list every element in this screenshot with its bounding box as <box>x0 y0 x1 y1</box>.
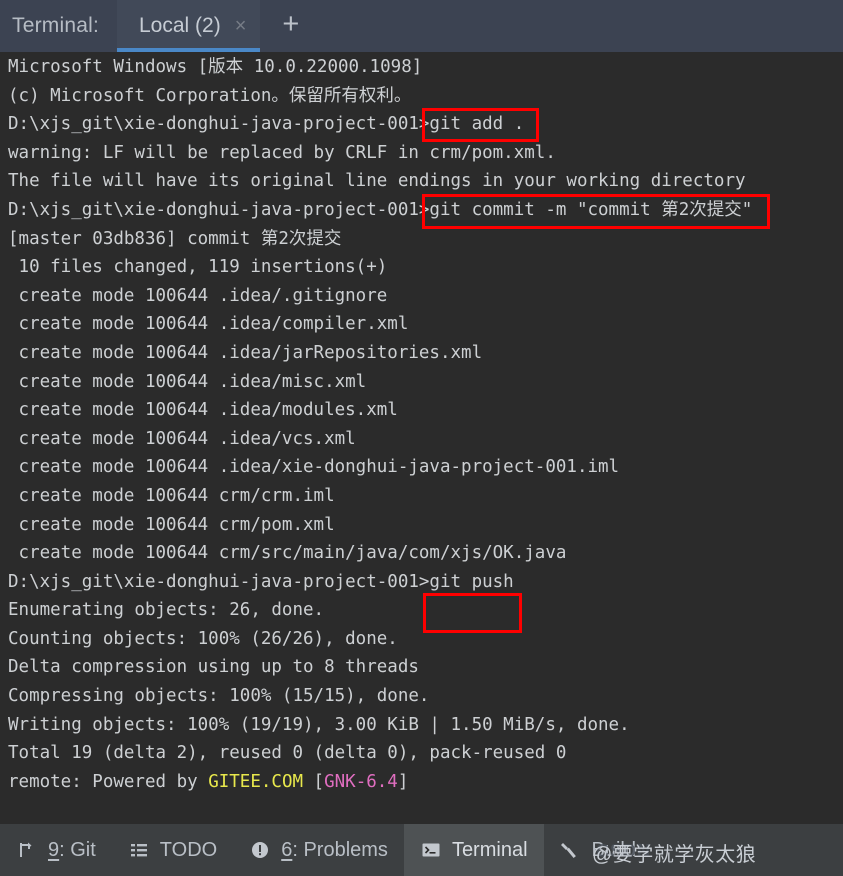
terminal-line: D:\xjs_git\xie-donghui-java-project-001>… <box>8 114 525 135</box>
status-item-problems[interactable]: 6: Problems <box>233 824 404 876</box>
tool-window-title: Terminal: <box>12 14 99 37</box>
terminal-line: (c) Microsoft Corporation。保留所有权利。 <box>8 85 412 106</box>
remote-code: GNK-6.4 <box>324 771 398 792</box>
remote-prefix: remote: Powered by <box>8 771 209 792</box>
terminal-line: create mode 100644 .idea/xie-donghui-jav… <box>8 457 620 478</box>
terminal-icon <box>420 839 442 861</box>
terminal-line: create mode 100644 crm/pom.xml <box>8 514 335 535</box>
remote-host: GITEE.COM <box>208 771 304 792</box>
terminal-tool-header: Terminal: Local (2) × + <box>0 0 843 52</box>
terminal-line: create mode 100644 .idea/misc.xml <box>8 371 367 392</box>
terminal-line: [master 03db836] commit 第2次提交 <box>8 228 342 249</box>
status-item-build-label: Build <box>591 838 636 861</box>
git-text: : Git <box>59 838 96 861</box>
terminal-tab-label: Local (2) <box>139 14 221 37</box>
todo-list-icon <box>128 839 150 861</box>
remote-bracket-open: [ <box>303 771 325 792</box>
build-hammer-icon <box>560 839 582 861</box>
status-item-git[interactable]: 9: Git <box>0 824 112 876</box>
terminal-line: create mode 100644 .idea/jarRepositories… <box>8 342 483 363</box>
terminal-line: D:\xjs_git\xie-donghui-java-project-001>… <box>8 571 514 592</box>
status-item-todo-label: TODO <box>159 838 218 861</box>
terminal-line: create mode 100644 crm/src/main/java/com… <box>8 543 567 564</box>
git-branch-icon <box>16 839 38 861</box>
terminal-line: Microsoft Windows [版本 10.0.22000.1098] <box>8 57 423 77</box>
terminal-line: create mode 100644 .idea/modules.xml <box>8 400 398 421</box>
terminal-line-remote: remote: Powered by GITEE.COM [GNK-6.4] <box>8 768 843 797</box>
problems-count: 6 <box>281 838 293 861</box>
terminal-line: create mode 100644 crm/crm.iml <box>8 485 335 506</box>
status-item-build[interactable]: Build <box>544 824 652 876</box>
terminal-line: create mode 100644 .idea/compiler.xml <box>8 314 409 335</box>
terminal-tab-local[interactable]: Local (2) × <box>117 0 261 52</box>
terminal-line: warning: LF will be replaced by CRLF in … <box>8 142 556 163</box>
status-item-git-label: 9: Git <box>48 839 96 862</box>
status-item-terminal-label: Terminal <box>451 838 528 861</box>
terminal-line: Total 19 (delta 2), reused 0 (delta 0), … <box>8 743 567 764</box>
terminal-line-list: Microsoft Windows [版本 10.0.22000.1098] (c… <box>8 53 843 796</box>
terminal-line: Enumerating objects: 26, done. <box>8 600 325 621</box>
terminal-output-area[interactable]: Microsoft Windows [版本 10.0.22000.1098] (c… <box>0 52 843 824</box>
terminal-line: 10 files changed, 119 insertions(+) <box>8 257 388 278</box>
close-icon[interactable]: × <box>235 16 247 36</box>
problems-text: : Problems <box>292 838 388 861</box>
status-item-terminal[interactable]: Terminal <box>403 824 544 876</box>
terminal-line: create mode 100644 .idea/vcs.xml <box>8 428 356 449</box>
ide-status-bar: 9: Git TODO 6: Problems Terminal Build <box>0 824 843 876</box>
terminal-line: D:\xjs_git\xie-donghui-java-project-001>… <box>8 199 753 220</box>
terminal-line: The file will have its original line end… <box>8 171 746 192</box>
git-count: 9 <box>48 838 60 861</box>
status-item-todo[interactable]: TODO <box>112 824 233 876</box>
plus-icon[interactable]: + <box>282 9 299 39</box>
status-item-problems-label: 6: Problems <box>281 839 388 862</box>
terminal-line: Writing objects: 100% (19/19), 3.00 KiB … <box>8 714 630 735</box>
problems-warning-icon <box>249 839 271 861</box>
remote-bracket-close: ] <box>397 771 409 792</box>
terminal-line: Counting objects: 100% (26/26), done. <box>8 628 398 649</box>
terminal-line: Compressing objects: 100% (15/15), done. <box>8 686 430 707</box>
terminal-line: create mode 100644 .idea/.gitignore <box>8 285 388 306</box>
terminal-line: Delta compression using up to 8 threads <box>8 657 419 678</box>
